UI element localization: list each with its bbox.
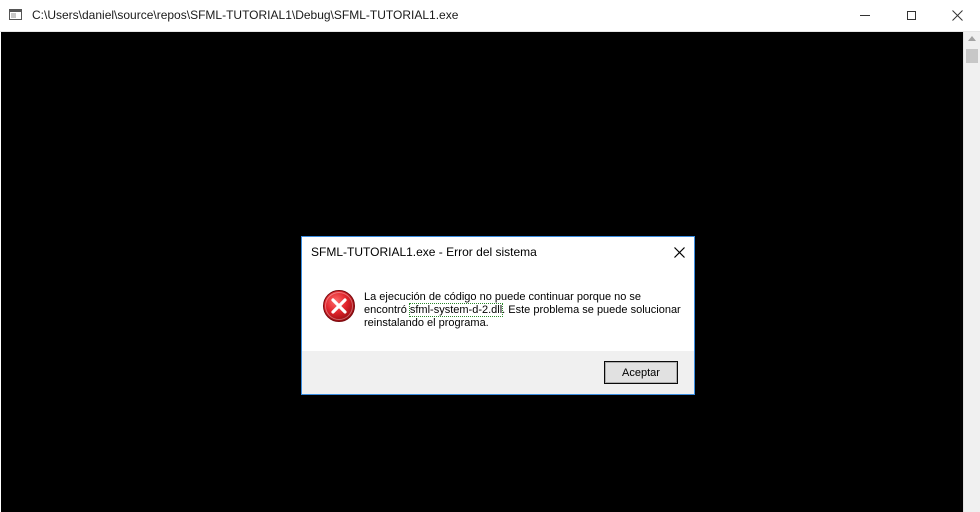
close-icon [673, 246, 685, 258]
close-button[interactable] [934, 0, 980, 31]
missing-dll-name: sfml-system-d-2.dll [408, 303, 504, 317]
error-message: La ejecución de código no puede continua… [364, 291, 682, 330]
error-icon [323, 290, 355, 322]
scroll-up-arrow-icon[interactable] [968, 36, 976, 41]
console-window: C:\Users\daniel\source\repos\SFML-TUTORI… [0, 0, 980, 512]
close-icon [951, 10, 963, 21]
dialog-button-area: Aceptar [302, 351, 694, 394]
maximize-icon [906, 11, 916, 20]
minimize-icon [860, 15, 870, 16]
minimize-button[interactable] [842, 0, 888, 31]
vertical-scrollbar[interactable] [963, 32, 980, 512]
system-error-dialog: SFML-TUTORIAL1.exe - Error del sistema L… [301, 236, 695, 395]
window-titlebar[interactable]: C:\Users\daniel\source\repos\SFML-TUTORI… [0, 0, 980, 32]
dialog-close-button[interactable] [669, 242, 689, 262]
console-app-icon [9, 9, 22, 20]
window-title: C:\Users\daniel\source\repos\SFML-TUTORI… [32, 8, 459, 22]
maximize-button[interactable] [888, 0, 934, 31]
scrollbar-thumb[interactable] [966, 49, 978, 63]
accept-button[interactable]: Aceptar [604, 361, 678, 384]
dialog-title: SFML-TUTORIAL1.exe - Error del sistema [311, 245, 537, 259]
